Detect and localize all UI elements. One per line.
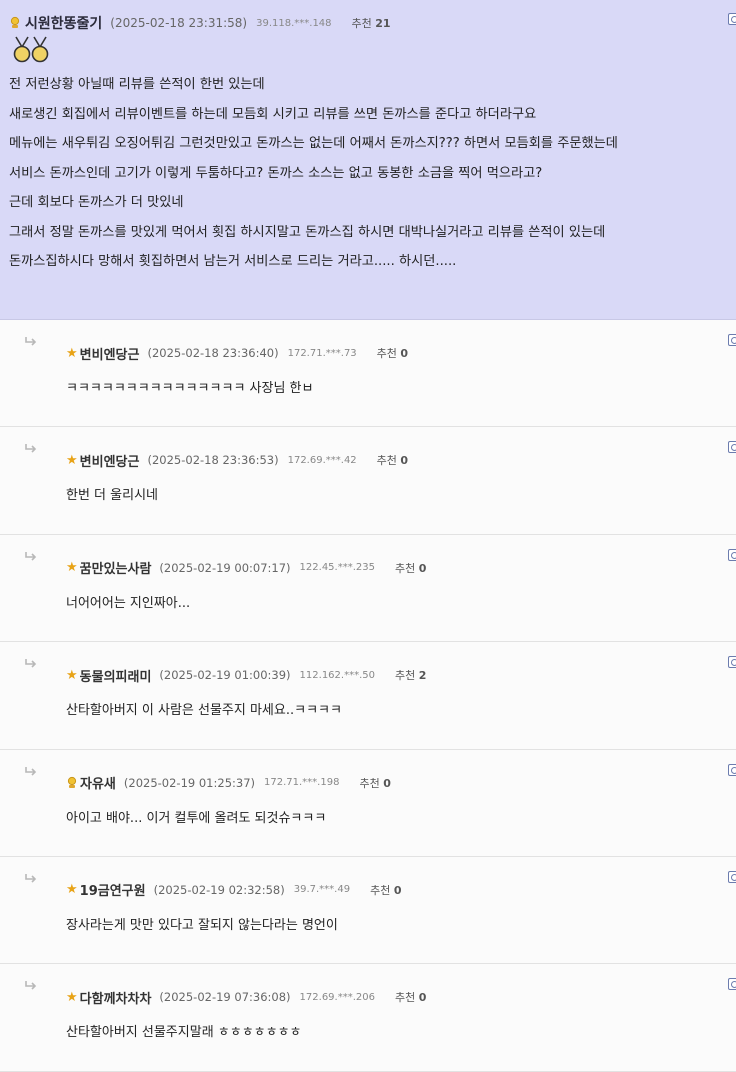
reply-control-icon[interactable] [728, 13, 736, 25]
comment-meta: 시원한똥줄기 (2025-02-18 23:31:58) 39.118.***.… [9, 12, 736, 34]
reply-text: 아이고 배야... 이거 컬투에 올려도 되것슈ㅋㅋㅋ [66, 810, 327, 826]
reply-meta: ★ 변비엔당근 (2025-02-18 23:36:53) 172.69.***… [66, 449, 408, 471]
reply-meta: ★ 19금연구원 (2025-02-19 02:32:58) 39.7.***.… [66, 879, 401, 901]
star-icon: ★ [66, 452, 78, 468]
comment-body: 전 저런상황 아닐때 리뷰를 쓴적이 한번 있는데 새로생긴 회집에서 리뷰이벤… [9, 70, 736, 277]
reply-control-icon[interactable] [728, 334, 736, 346]
reply-text: 산타할아버지 선물주지말래 ㅎㅎㅎㅎㅎㅎㅎ [66, 1025, 302, 1041]
reply-nickname[interactable]: 변비엔당근 [80, 344, 140, 363]
reply-control-icon[interactable] [728, 870, 736, 883]
reply-date: (2025-02-18 23:36:53) [147, 453, 279, 468]
reply-text: 산타할아버지 이 사람은 선물주지 마세요..ㅋㅋㅋㅋ [66, 703, 342, 719]
reply-recommend: 추천 0 [394, 561, 427, 575]
member-badge-icon [10, 16, 20, 28]
comment-line: 근데 회보다 돈까스가 더 맛있네 [9, 195, 184, 210]
reply-text: 장사라는게 맛만 있다고 잘되지 않는다라는 명언이 [66, 917, 338, 933]
reply-date: (2025-02-19 01:25:37) [123, 775, 256, 790]
reply-meta: ★ 다함께차차차 (2025-02-19 07:36:08) 172.69.**… [66, 986, 426, 1008]
comment-line: 그래서 정말 돈까스를 맛있게 먹어서 횟집 하시지말고 돈까스집 하시면 대박… [9, 224, 606, 240]
reply-ip: 172.69.***.206 [299, 991, 375, 1003]
reply-meta: ★ 꿈만있는사람 (2025-02-19 00:07:17) 122.45.**… [66, 557, 426, 579]
star-icon: ★ [66, 882, 78, 898]
reply-recommend: 추천 0 [359, 776, 391, 790]
reply-item: ★ 19금연구원 (2025-02-19 02:32:58) 39.7.***.… [0, 856, 736, 965]
reply-item: ★ 다함께차차차 (2025-02-19 07:36:08) 172.69.**… [0, 964, 736, 1072]
reply-ip: 39.7.***.49 [293, 884, 351, 896]
reply-nickname[interactable]: 19금연구원 [80, 880, 146, 899]
reply-recommend: 추천 0 [394, 991, 427, 1005]
reply-recommend: 추천 2 [394, 669, 427, 683]
reply-arrow-icon [25, 337, 37, 346]
reply-control-icon[interactable] [728, 441, 736, 454]
medal-icons [10, 36, 736, 64]
reply-date: (2025-02-19 00:07:17) [159, 560, 291, 575]
star-icon: ★ [66, 345, 78, 361]
original-comment: 시원한똥줄기 (2025-02-18 23:31:58) 39.118.***.… [0, 0, 736, 320]
reply-item: ★ 변비엔당근 (2025-02-18 23:36:40) 172.71.***… [0, 320, 736, 428]
medal-icon [13, 36, 49, 63]
reply-ip: 172.71.***.198 [264, 777, 340, 789]
comment-line: 돈까스집하시다 망해서 횟집하면서 남는거 서비스로 드리는 거라고..... … [9, 254, 457, 269]
reply-arrow-icon [25, 659, 37, 668]
reply-recommend: 추천 0 [370, 883, 402, 897]
comment-line: 서비스 돈까스인데 고기가 이렇게 두툼하다고? 돈까스 소스는 없고 동봉한 … [9, 165, 543, 181]
reply-item: ★ 동물의피래미 (2025-02-19 01:00:39) 112.162.*… [0, 642, 736, 750]
comment-line: 메뉴에는 새우튀김 오징어튀김 그런것만있고 돈까스는 없는데 어째서 돈까스지… [9, 136, 618, 151]
reply-nickname[interactable]: 자유새 [80, 773, 116, 792]
reply-ip: 112.162.***.50 [299, 669, 375, 681]
star-icon: ★ [66, 989, 78, 1005]
reply-date: (2025-02-19 07:36:08) [159, 990, 291, 1005]
reply-nickname[interactable]: 꿈만있는사람 [80, 558, 152, 577]
reply-control-icon[interactable] [728, 978, 736, 991]
reply-text: 한번 더 울리시네 [66, 488, 158, 504]
reply-meta: ★ 동물의피래미 (2025-02-19 01:00:39) 112.162.*… [66, 664, 426, 686]
reply-item: 자유새 (2025-02-19 01:25:37) 172.71.***.198… [0, 749, 736, 857]
reply-date: (2025-02-18 23:36:40) [147, 346, 279, 360]
star-icon: ★ [66, 667, 78, 683]
reply-control-icon[interactable] [728, 548, 736, 561]
reply-date: (2025-02-19 01:00:39) [159, 668, 291, 683]
reply-meta: ★ 변비엔당근 (2025-02-18 23:36:40) 172.71.***… [66, 342, 408, 364]
reply-control-icon[interactable] [728, 656, 736, 669]
comment-date: (2025-02-18 23:31:58) [110, 16, 248, 30]
reply-recommend: 추천 0 [376, 454, 409, 468]
reply-list: ★ 변비엔당근 (2025-02-18 23:36:40) 172.71.***… [0, 320, 736, 1072]
reply-meta: 자유새 (2025-02-19 01:25:37) 172.71.***.198… [66, 772, 391, 794]
reply-arrow-icon [25, 444, 37, 453]
comment-ip: 39.118.***.148 [256, 17, 332, 29]
comment-line: 새로생긴 회집에서 리뷰이벤트를 하는데 모듬회 시키고 리뷰를 쓰면 돈까스를… [9, 106, 537, 122]
reply-ip: 122.45.***.235 [299, 562, 375, 574]
author-nickname[interactable]: 시원한똥줄기 [25, 13, 102, 33]
star-icon: ★ [66, 560, 78, 576]
reply-arrow-icon [25, 981, 37, 990]
comment-line: 전 저런상황 아닐때 리뷰를 쓴적이 한번 있는데 [9, 77, 265, 92]
reply-item: ★ 꿈만있는사람 (2025-02-19 00:07:17) 122.45.**… [0, 534, 736, 643]
reply-item: ★ 변비엔당근 (2025-02-18 23:36:53) 172.69.***… [0, 427, 736, 535]
recommend-count: 추천 21 [351, 17, 391, 30]
reply-text: 너어어어는 지인짜아... [66, 595, 191, 611]
reply-nickname[interactable]: 다함께차차차 [80, 988, 152, 1007]
reply-arrow-icon [25, 551, 37, 561]
reply-ip: 172.71.***.73 [287, 347, 357, 359]
reply-arrow-icon [25, 766, 37, 776]
reply-nickname[interactable]: 변비엔당근 [80, 451, 140, 470]
reply-recommend: 추천 0 [376, 347, 409, 360]
reply-arrow-icon [25, 873, 37, 883]
member-badge-icon [67, 776, 77, 788]
reply-control-icon[interactable] [728, 763, 736, 776]
reply-nickname[interactable]: 동물의피래미 [80, 666, 152, 685]
reply-ip: 172.69.***.42 [287, 454, 357, 466]
reply-date: (2025-02-19 02:32:58) [153, 882, 285, 897]
reply-text: ㅋㅋㅋㅋㅋㅋㅋㅋㅋㅋㅋㅋㅋㅋㅋ 사장님 한ㅂ [66, 381, 314, 396]
